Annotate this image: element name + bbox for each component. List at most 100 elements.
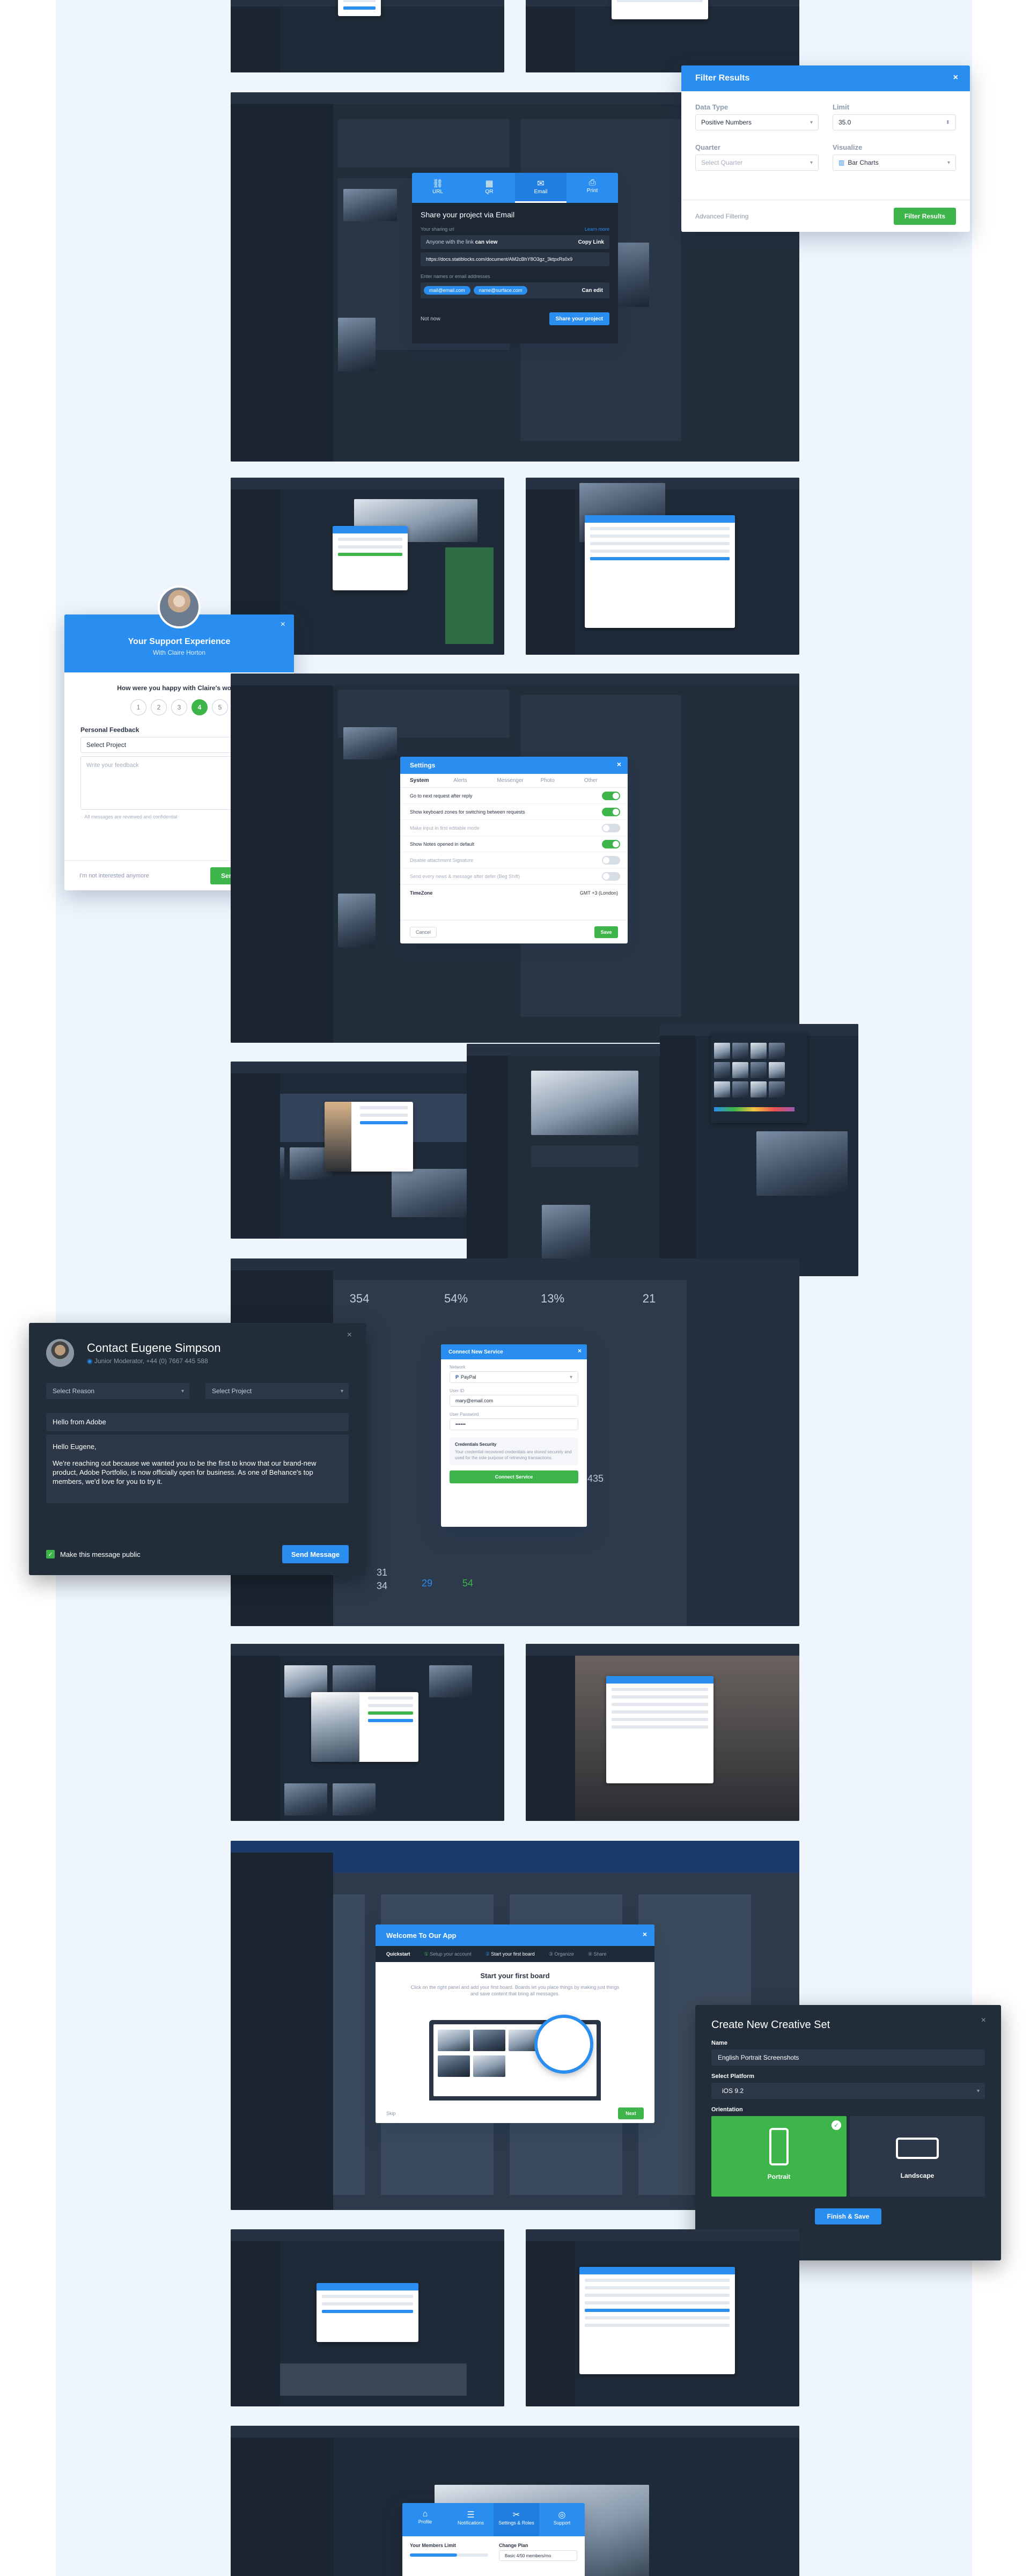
visualize-value: Bar Charts bbox=[848, 159, 879, 166]
tab-messenger[interactable]: Messenger bbox=[497, 778, 540, 784]
close-icon[interactable]: × bbox=[347, 1330, 352, 1340]
password-field[interactable]: •••••• bbox=[450, 1418, 578, 1430]
toggle-switch[interactable] bbox=[602, 807, 620, 816]
landscape-option[interactable]: Landscape bbox=[850, 2116, 985, 2197]
settings-row-label: Make input in first editable mode bbox=[410, 825, 480, 831]
stepper-arrows-icon[interactable]: ⬍ bbox=[946, 120, 950, 126]
close-icon[interactable]: × bbox=[981, 2016, 986, 2025]
plan-select[interactable]: Basic 4/50 members/mo bbox=[499, 2550, 577, 2561]
connect-title: Connect New Service bbox=[448, 1349, 503, 1355]
step-board[interactable]: ② Start your first board bbox=[485, 1951, 535, 1957]
tab-print-label: Print bbox=[586, 188, 598, 194]
finish-save-button[interactable]: Finish & Save bbox=[815, 2208, 881, 2224]
settings-row-label: Disable attachment Signature bbox=[410, 857, 474, 863]
user-id-label: User ID bbox=[450, 1388, 465, 1393]
tab-system[interactable]: System bbox=[400, 778, 453, 784]
not-interested-link[interactable]: I'm not interested anymore bbox=[79, 873, 149, 879]
tab-settings-label: Settings & Roles bbox=[498, 2520, 534, 2526]
next-button[interactable]: Next bbox=[618, 2107, 644, 2119]
tab-photo[interactable]: Photo bbox=[541, 778, 584, 784]
network-select[interactable]: P PayPal ▾ bbox=[450, 1371, 578, 1383]
can-view-select[interactable]: can view bbox=[475, 239, 498, 245]
screenshot-top-left bbox=[231, 0, 504, 72]
email-chip[interactable]: name@surface.com bbox=[473, 286, 528, 295]
tab-url-label: URL bbox=[432, 189, 443, 195]
step-organize-label: Organize bbox=[554, 1951, 574, 1957]
tab-email[interactable]: ✉ Email bbox=[515, 173, 566, 203]
send-message-button[interactable]: Send Message bbox=[282, 1545, 349, 1563]
toggle-switch[interactable] bbox=[602, 872, 620, 881]
close-icon[interactable]: × bbox=[617, 760, 621, 769]
settings-modal: Settings × System Alerts Messenger Photo… bbox=[400, 757, 628, 943]
step-setup[interactable]: ① Setup your account bbox=[424, 1951, 472, 1957]
project-select[interactable]: Select Project ▾ bbox=[205, 1383, 349, 1399]
tab-settings[interactable]: ✂ Settings & Roles bbox=[494, 2503, 539, 2536]
creative-set-modal: × Create New Creative Set Name English P… bbox=[695, 2005, 1001, 2260]
timezone-select[interactable]: GMT +3 (London) bbox=[580, 890, 618, 896]
step-share[interactable]: ④ Share bbox=[588, 1951, 607, 1957]
tab-print[interactable]: ⎙ Print bbox=[566, 173, 618, 203]
step-organize[interactable]: ③ Organize bbox=[549, 1951, 574, 1957]
name-value: English Portrait Screenshots bbox=[718, 2054, 799, 2061]
platform-select[interactable]: iOS 9.2 ▾ bbox=[711, 2083, 985, 2099]
project-placeholder: Select Project bbox=[212, 1387, 252, 1395]
close-icon[interactable]: × bbox=[643, 1930, 647, 1938]
tab-other[interactable]: Other bbox=[584, 778, 628, 784]
advanced-filtering-link[interactable]: Advanced Filtering bbox=[695, 213, 748, 220]
project-placeholder: Select Project bbox=[86, 741, 127, 749]
tab-notifications[interactable]: ☰ Notifications bbox=[448, 2503, 494, 2536]
tab-alerts[interactable]: Alerts bbox=[453, 778, 497, 784]
chevron-down-icon: ▾ bbox=[569, 1374, 572, 1380]
share-project-button[interactable]: Share your project bbox=[549, 312, 609, 325]
learn-more-link[interactable]: Learn more bbox=[585, 226, 609, 232]
toggle-switch[interactable] bbox=[602, 839, 620, 848]
save-button[interactable]: Save bbox=[594, 926, 618, 938]
step-quickstart[interactable]: Quickstart bbox=[386, 1951, 410, 1957]
contact-modal: × Contact Eugene Simpson ◉ Junior Modera… bbox=[29, 1323, 366, 1575]
can-edit-select[interactable]: Can edit bbox=[582, 288, 606, 294]
cancel-button[interactable]: Cancel bbox=[410, 926, 437, 938]
close-icon[interactable]: × bbox=[578, 1347, 582, 1355]
welcome-title: Welcome To Our App bbox=[386, 1931, 457, 1940]
reason-select[interactable]: Select Reason ▾ bbox=[46, 1383, 189, 1399]
close-icon[interactable]: × bbox=[281, 620, 285, 630]
name-field[interactable]: English Portrait Screenshots bbox=[711, 2050, 985, 2066]
skip-button[interactable]: Skip bbox=[386, 2111, 396, 2116]
portrait-option[interactable]: ✓ Portrait bbox=[711, 2116, 847, 2197]
data-type-select[interactable]: Positive Numbers ▾ bbox=[695, 114, 819, 130]
filter-results-button[interactable]: Filter Results bbox=[894, 207, 956, 225]
message-textarea[interactable]: Hello Eugene, We're reaching out because… bbox=[46, 1435, 349, 1503]
tab-qr[interactable]: ▦ QR bbox=[464, 173, 515, 203]
toggle-switch[interactable] bbox=[602, 791, 620, 800]
rating-option-2[interactable]: 2 bbox=[151, 699, 167, 715]
rating-option-1[interactable]: 1 bbox=[130, 699, 146, 715]
share-url-field[interactable]: https://docs.statiblocks.com/document/AM… bbox=[421, 252, 609, 266]
tab-profile[interactable]: ⌂ Profile bbox=[402, 2503, 448, 2536]
toggle-switch[interactable] bbox=[602, 823, 620, 832]
connect-service-button[interactable]: Connect Service bbox=[450, 1470, 578, 1483]
close-icon[interactable]: × bbox=[953, 73, 958, 83]
tab-support[interactable]: ◎ Support bbox=[539, 2503, 585, 2536]
tab-url[interactable]: ⛓ URL bbox=[412, 173, 464, 203]
rating-option-5[interactable]: 5 bbox=[212, 699, 228, 715]
settings-title: Settings bbox=[410, 762, 436, 769]
rating-option-3[interactable]: 3 bbox=[171, 699, 187, 715]
visualize-select[interactable]: ▥ Bar Charts ▾ bbox=[833, 155, 956, 171]
email-chip[interactable]: mail@email.com bbox=[424, 286, 470, 295]
limit-stepper[interactable]: 35.0 ⬍ bbox=[833, 114, 956, 130]
quarter-select[interactable]: Select Quarter ▾ bbox=[695, 155, 819, 171]
settings-row-label: Show Notes opened in default bbox=[410, 841, 475, 847]
welcome-heading: Start your first board bbox=[480, 1972, 550, 1980]
toggle-switch[interactable] bbox=[602, 855, 620, 865]
subject-field[interactable]: Hello from Adobe bbox=[46, 1413, 349, 1431]
rating-option-4[interactable]: 4 bbox=[192, 699, 208, 715]
security-title: Credentials Security bbox=[455, 1442, 497, 1447]
printer-icon: ⎙ bbox=[588, 178, 596, 187]
message-greeting: Hello Eugene, bbox=[53, 1443, 97, 1451]
checkbox-checked[interactable]: ✓ bbox=[46, 1550, 55, 1558]
not-now-button[interactable]: Not now bbox=[421, 316, 440, 322]
network-value: PayPal bbox=[461, 1374, 476, 1380]
user-id-field[interactable]: mary@email.com bbox=[450, 1395, 578, 1407]
support-subtitle: With Claire Horton bbox=[152, 649, 206, 656]
copy-link-button[interactable]: Copy Link bbox=[578, 239, 604, 245]
